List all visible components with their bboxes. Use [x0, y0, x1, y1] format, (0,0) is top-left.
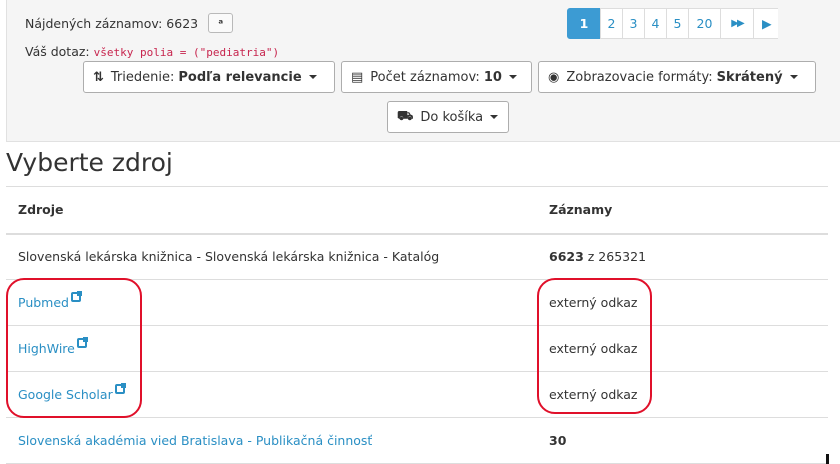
last-page-icon[interactable]: ▶	[753, 8, 778, 39]
count-value: 10	[483, 69, 502, 85]
table-header-row: Zdroje Záznamy	[6, 186, 828, 235]
record-count-rest: z 265321	[583, 249, 647, 265]
found-count: 6623	[166, 15, 199, 31]
query-row: Váš dotaz: všetky polia = ("pediatria")	[25, 44, 279, 59]
page-4[interactable]: 4	[644, 8, 667, 39]
external-link-icon[interactable]	[70, 291, 82, 302]
found-records: Nájdených záznamov: 6623 ᵃ	[25, 13, 234, 33]
format-dropdown[interactable]: ◉ Zobrazovacie formáty: Skrátený	[538, 61, 816, 93]
sort-icon: ⇅	[93, 69, 104, 85]
pagination: 1 2 3 4 5 20 ▶▶ ▶	[567, 8, 778, 39]
sort-dropdown[interactable]: ⇅ Triedenie: Podľa relevancie	[83, 61, 335, 93]
table-row: Pubmed externý odkaz	[6, 279, 828, 326]
eye-icon: ◉	[548, 69, 560, 85]
external-link-icon[interactable]	[114, 383, 126, 394]
record-count: 30	[537, 417, 828, 464]
source-link-highwire[interactable]: HighWire	[18, 341, 75, 356]
fast-forward-icon[interactable]: ▶▶	[720, 8, 754, 39]
caret-icon	[308, 75, 317, 79]
format-value: Skrátený	[716, 69, 783, 85]
cart-dropdown[interactable]: ⛟ Do košíka	[387, 101, 509, 133]
count-dropdown[interactable]: ▤ Počet záznamov: 10	[341, 61, 532, 93]
sort-label: Triedenie:	[110, 69, 175, 85]
page-5[interactable]: 5	[666, 8, 689, 39]
text-cursor	[826, 454, 829, 464]
table-row: Slovenská lekárska knižnica - Slovenská …	[6, 233, 828, 280]
found-label: Nájdených záznamov:	[25, 15, 163, 31]
table-row: HighWire externý odkaz	[6, 325, 828, 372]
rss-icon: ᵃ	[218, 16, 224, 30]
caret-icon	[508, 75, 517, 79]
cart-label: Do košíka	[420, 109, 484, 125]
list-icon: ▤	[351, 69, 364, 85]
record-count: externý odkaz	[537, 279, 828, 326]
query-label: Váš dotaz:	[25, 44, 90, 59]
record-count: externý odkaz	[537, 325, 828, 372]
header-sources: Zdroje	[6, 186, 537, 235]
table-row: Google Scholar externý odkaz	[6, 371, 828, 418]
record-count-bold: 6623	[549, 249, 584, 265]
cart-icon: ⛟	[397, 108, 414, 124]
header-records: Záznamy	[537, 186, 828, 235]
record-count: externý odkaz	[537, 371, 828, 418]
source-link-google-scholar[interactable]: Google Scholar	[18, 387, 113, 402]
record-count: 6623 z 265321	[537, 233, 828, 280]
sort-value: Podľa relevancie	[178, 69, 302, 85]
record-count-bold: 30	[549, 433, 567, 448]
results-panel: Nájdených záznamov: 6623 ᵃ Váš dotaz: vš…	[6, 0, 840, 142]
page-20[interactable]: 20	[688, 8, 721, 39]
source-cell: HighWire	[6, 325, 537, 372]
query-value: všetky polia = ("pediatria")	[93, 46, 280, 59]
table-row: Slovenská akadémia vied Bratislava - Pub…	[6, 417, 828, 464]
source-link-sav[interactable]: Slovenská akadémia vied Bratislava - Pub…	[18, 433, 372, 448]
page-3[interactable]: 3	[622, 8, 645, 39]
caret-icon	[490, 115, 499, 119]
source-name: Slovenská lekárska knižnica - Slovenská …	[6, 233, 537, 280]
caret-icon	[789, 75, 798, 79]
source-cell: Slovenská akadémia vied Bratislava - Pub…	[6, 417, 537, 464]
rss-button[interactable]: ᵃ	[208, 13, 234, 33]
section-title: Vyberte zdroj	[6, 148, 173, 177]
external-link-icon[interactable]	[76, 337, 88, 348]
count-label: Počet záznamov:	[370, 69, 480, 85]
page-2[interactable]: 2	[600, 8, 623, 39]
page-1[interactable]: 1	[567, 8, 601, 39]
source-cell: Pubmed	[6, 279, 537, 326]
format-label: Zobrazovacie formáty:	[566, 69, 713, 85]
source-cell: Google Scholar	[6, 371, 537, 418]
sources-table: Zdroje Záznamy Slovenská lekárska knižni…	[6, 186, 828, 464]
source-link-pubmed[interactable]: Pubmed	[18, 295, 69, 310]
